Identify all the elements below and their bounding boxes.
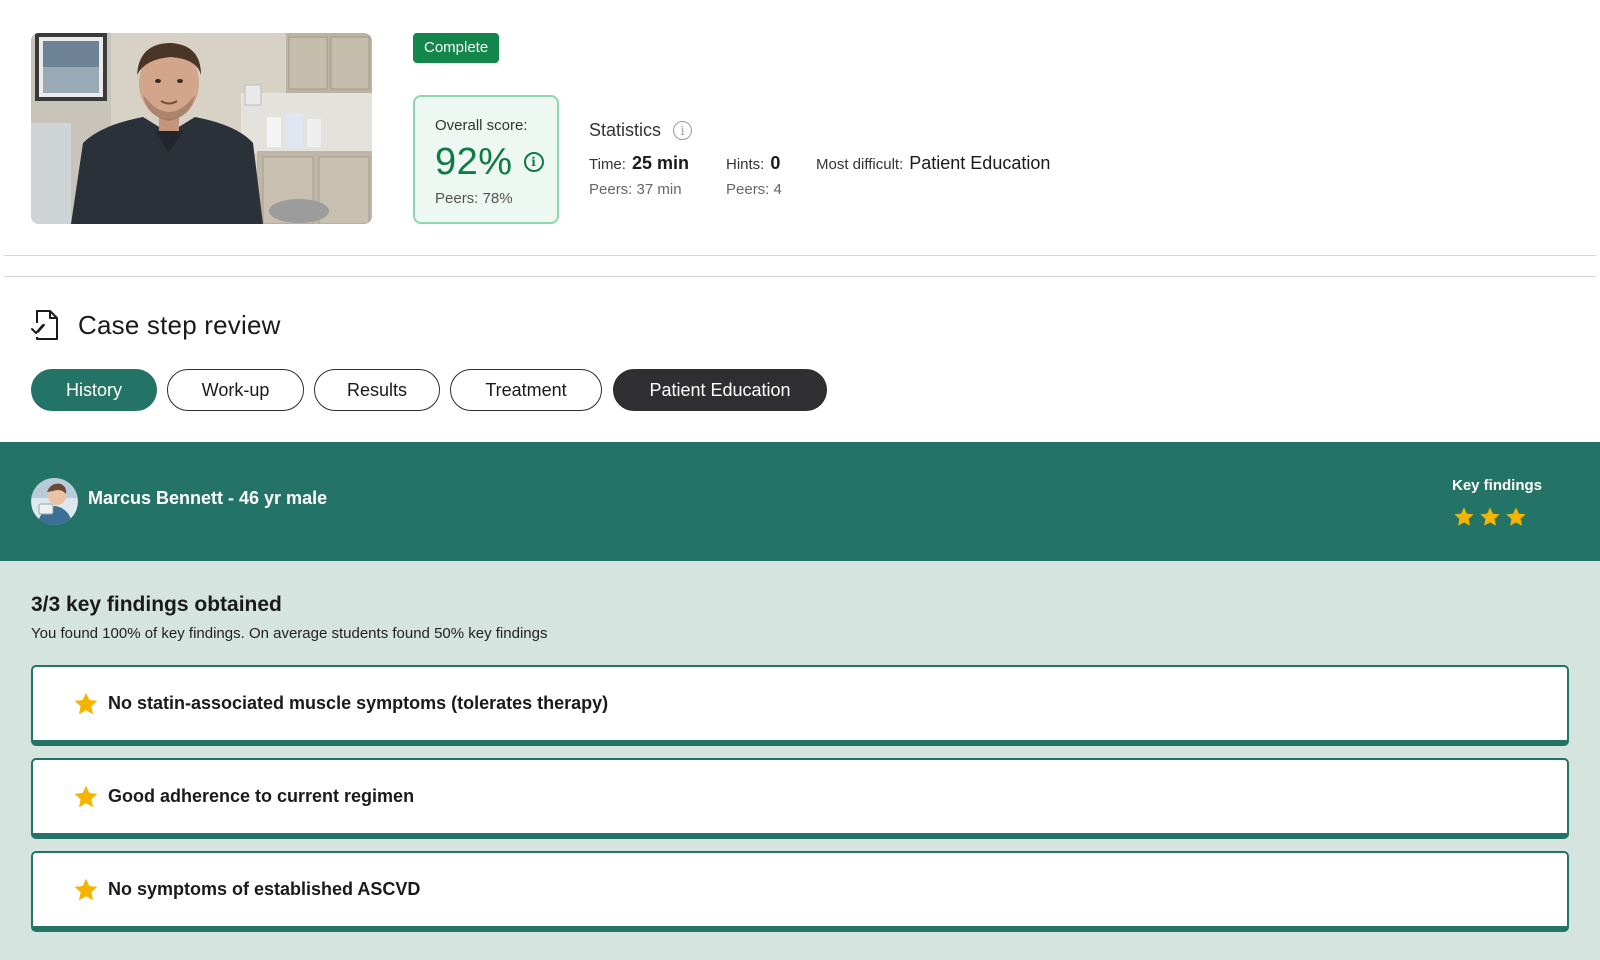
stat-most-difficult-label: Most difficult: — [816, 156, 904, 173]
divider — [4, 255, 1596, 256]
stat-hints-value: 0 — [770, 153, 781, 173]
tab-patient-education[interactable]: Patient Education — [613, 369, 827, 411]
patient-banner: Marcus Bennett - 46 yr male Key findings — [0, 442, 1600, 561]
star-icon — [74, 878, 98, 900]
overall-score-value: 92% — [435, 140, 513, 183]
overall-score-peers: Peers: 78% — [435, 190, 513, 207]
tab-treatment[interactable]: Treatment — [450, 369, 602, 411]
key-findings-subtitle: You found 100% of key findings. On avera… — [31, 625, 548, 642]
key-finding-text: Good adherence to current regimen — [108, 786, 415, 806]
star-icon — [1506, 507, 1526, 526]
info-icon[interactable]: i — [673, 121, 693, 140]
case-summary: Complete Overall score: 92% i Peers: 78%… — [0, 0, 1600, 256]
statistics-panel: Statistics i Time: 25 min Peers: 37 min … — [589, 120, 1149, 210]
key-finding-item: Good adherence to current regimen — [31, 758, 1569, 839]
star-icon — [1480, 507, 1500, 526]
stat-hints-peers: Peers: 4 — [726, 181, 782, 198]
tab-results[interactable]: Results — [314, 369, 440, 411]
stat-time-label: Time: — [589, 156, 626, 173]
key-finding-item: No symptoms of established ASCVD — [31, 851, 1569, 932]
stat-time: Time: 25 min Peers: 37 min — [589, 153, 689, 198]
divider — [4, 276, 1596, 277]
key-findings-label: Key findings — [1451, 477, 1542, 494]
patient-name: Marcus Bennett - 46 yr male — [88, 488, 328, 508]
key-findings-title: 3/3 key findings obtained — [31, 593, 282, 616]
stat-most-difficult-value: Patient Education — [909, 153, 1051, 173]
statistics-title: Statistics — [589, 120, 662, 140]
stat-most-difficult: Most difficult: Patient Education — [816, 153, 1050, 177]
overall-score-card: Overall score: 92% i Peers: 78% — [413, 95, 559, 224]
stat-time-value: 25 min — [631, 153, 689, 173]
star-icon — [1454, 507, 1474, 526]
case-step-review-header: Case step review — [31, 306, 281, 344]
key-findings-rating — [1453, 506, 1527, 528]
stat-hints: Hints: 0 Peers: 4 — [726, 153, 782, 198]
key-finding-item: No statin-associated muscle symptoms (to… — [31, 665, 1569, 746]
key-findings-section: 3/3 key findings obtained You found 100%… — [0, 561, 1600, 960]
case-step-review-title: Case step review — [78, 309, 281, 340]
tab-work-up[interactable]: Work-up — [167, 369, 304, 411]
overall-score-label: Overall score: — [435, 117, 528, 134]
key-finding-text: No symptoms of established ASCVD — [108, 879, 421, 899]
stat-time-peers: Peers: 37 min — [589, 181, 682, 198]
patient-photo — [31, 33, 372, 224]
status-badge: Complete — [413, 33, 500, 63]
key-finding-text: No statin-associated muscle symptoms (to… — [108, 693, 609, 713]
document-check-icon — [31, 310, 58, 340]
stat-hints-label: Hints: — [726, 156, 765, 173]
star-icon — [74, 785, 98, 807]
tab-history[interactable]: History — [31, 369, 157, 411]
star-icon — [74, 692, 98, 714]
info-icon[interactable]: i — [523, 152, 544, 172]
avatar — [31, 478, 78, 525]
